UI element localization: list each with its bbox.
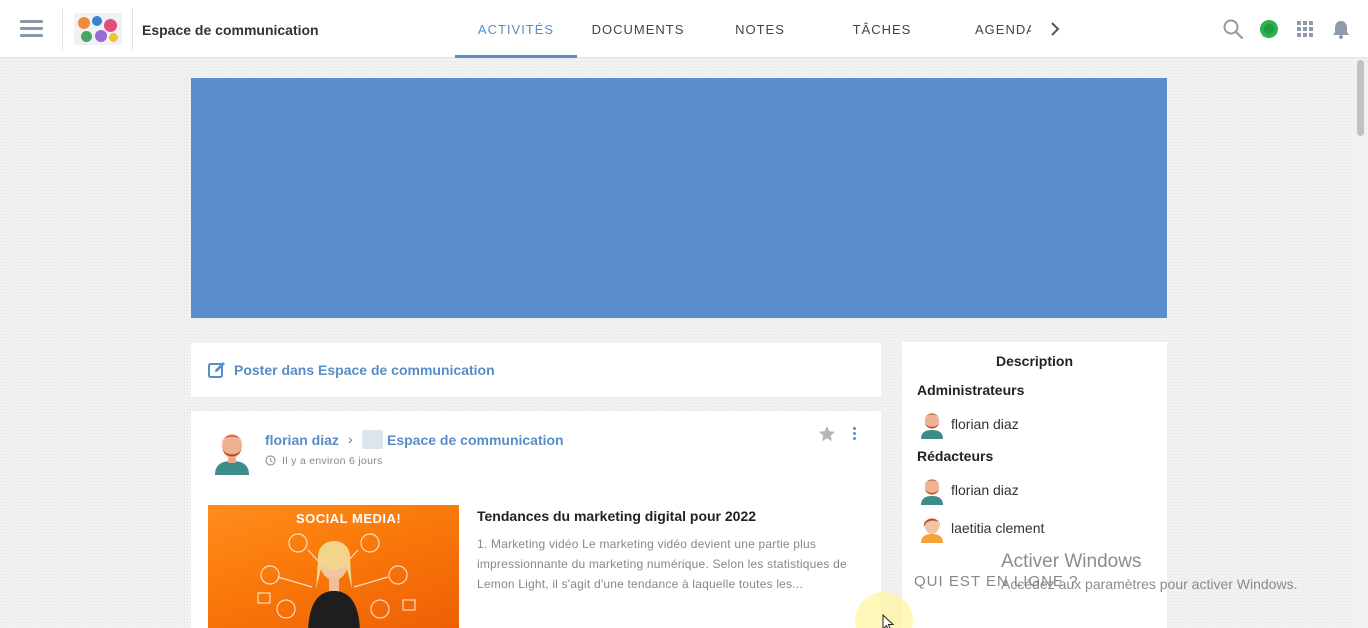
avatar <box>921 518 943 543</box>
space-logo[interactable] <box>74 13 122 45</box>
divider <box>132 8 133 50</box>
post-excerpt: 1. Marketing vidéo Le marketing vidéo de… <box>477 537 847 591</box>
avatar <box>921 413 943 439</box>
composer-label: Poster dans Espace de communication <box>234 362 495 378</box>
search-icon[interactable] <box>1222 18 1244 40</box>
edit-icon <box>208 362 225 378</box>
space-description-panel: Description Administrateurs florian diaz… <box>902 342 1167 628</box>
post-space-link[interactable]: Espace de communication <box>387 432 564 448</box>
post-composer[interactable]: Poster dans Espace de communication <box>191 343 881 397</box>
post-image[interactable]: SOCIAL MEDIA! <box>208 505 459 628</box>
notifications-icon[interactable] <box>1330 18 1352 40</box>
editors-heading: Rédacteurs <box>917 448 994 464</box>
space-title[interactable]: Espace de communication <box>142 22 319 38</box>
activity-post: florian diaz › Espace de communication I… <box>191 411 881 628</box>
post-timestamp: Il y a environ 6 jours <box>282 455 383 467</box>
tab-notes[interactable]: NOTES <box>699 0 821 58</box>
apps-icon[interactable] <box>1294 18 1316 40</box>
divider <box>62 8 63 50</box>
member-name: laetitia clement <box>951 520 1045 536</box>
tab-activites[interactable]: ACTIVITÉS <box>455 0 577 58</box>
online-users-heading: QUI EST EN LIGNE ? <box>914 573 1079 590</box>
chevron-right-icon[interactable] <box>1046 19 1064 39</box>
top-bar: Espace de communication ACTIVITÉS DOCUME… <box>0 0 1368 58</box>
social-media-illustration <box>257 533 416 628</box>
tab-taches[interactable]: TÂCHES <box>821 0 943 58</box>
avatar[interactable] <box>211 429 253 475</box>
more-options-icon[interactable] <box>851 427 857 441</box>
menu-icon[interactable] <box>20 20 43 38</box>
space-thumbnail[interactable] <box>362 430 383 449</box>
admins-heading: Administrateurs <box>917 382 1025 398</box>
page-scrollbar[interactable] <box>1352 58 1368 628</box>
member-name: florian diaz <box>951 416 1019 432</box>
avatar <box>921 479 943 505</box>
chat-icon[interactable] <box>1258 18 1280 40</box>
scrollbar-thumb[interactable] <box>1357 60 1364 136</box>
member-name: florian diaz <box>951 482 1019 498</box>
chevron-right-icon: › <box>348 431 353 447</box>
post-title-link[interactable]: Tendances du marketing digital pour 2022 <box>477 508 756 524</box>
space-banner <box>191 78 1167 318</box>
panel-title: Description <box>995 353 1073 369</box>
star-icon[interactable] <box>818 425 836 443</box>
mouse-cursor-icon <box>882 614 895 628</box>
tab-agenda[interactable]: AGENDA <box>943 0 1031 58</box>
clock-icon <box>265 455 276 466</box>
tab-documents[interactable]: DOCUMENTS <box>577 0 699 58</box>
post-author-link[interactable]: florian diaz <box>265 432 339 448</box>
